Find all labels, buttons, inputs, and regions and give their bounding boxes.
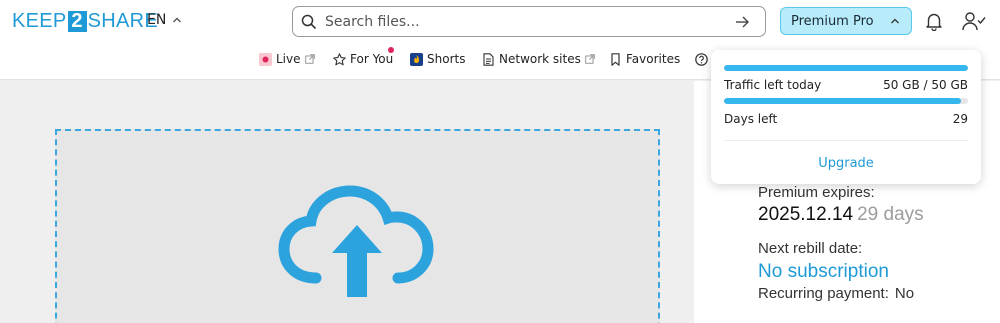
- premium-expires-label: Premium expires:: [758, 184, 875, 201]
- expires-date: 2025.12.14: [758, 204, 854, 225]
- external-link-icon: [585, 54, 595, 64]
- days-progress-bar: [724, 98, 968, 104]
- site-logo[interactable]: KEEP 2 SHARE: [12, 10, 158, 32]
- chevron-up-icon: [173, 17, 182, 23]
- user-account-icon[interactable]: [962, 11, 986, 31]
- notification-badge: [388, 47, 394, 53]
- upgrade-link[interactable]: Upgrade: [711, 156, 981, 171]
- nav-item-favorites[interactable]: Favorites: [609, 50, 680, 68]
- divider: [724, 140, 968, 141]
- premium-dropdown: Traffic left today 50 GB / 50 GB Days le…: [711, 50, 981, 184]
- document-icon: [483, 52, 494, 66]
- nav-item-for-you[interactable]: For You: [333, 50, 393, 68]
- nav-label-for-you: For You: [350, 52, 394, 66]
- days-value: 29: [952, 112, 968, 126]
- search-icon: [301, 14, 317, 29]
- subscription-status-link[interactable]: No subscription: [758, 261, 889, 283]
- live-icon: [259, 52, 272, 66]
- premium-plan-label: Premium Pro: [791, 13, 874, 29]
- days-label: Days left: [724, 112, 778, 126]
- cloud-upload-icon[interactable]: [278, 183, 436, 299]
- traffic-label: Traffic left today: [724, 78, 822, 92]
- nav-item-help[interactable]: [695, 50, 712, 68]
- external-link-icon: [304, 54, 315, 64]
- nav-item-live[interactable]: Live: [259, 50, 315, 68]
- search-input[interactable]: [325, 13, 733, 30]
- language-label: EN: [147, 12, 167, 28]
- expires-days: 29 days: [857, 204, 924, 225]
- days-row: Days left 29: [724, 112, 968, 126]
- nav-item-network-sites[interactable]: Network sites: [482, 50, 595, 68]
- arrow-right-icon[interactable]: [733, 13, 751, 31]
- recurring-payment-value: No: [894, 285, 915, 302]
- bookmark-icon: [611, 52, 620, 66]
- nav-label-live: Live: [276, 52, 301, 66]
- language-selector[interactable]: EN: [147, 12, 182, 28]
- next-rebill-label: Next rebill date:: [758, 240, 863, 257]
- bell-icon[interactable]: [924, 11, 944, 31]
- recurring-payment-label: Recurring payment:: [758, 285, 889, 302]
- star-icon: [333, 52, 346, 65]
- days-progress-fill: [724, 98, 961, 104]
- shorts-icon: [410, 52, 423, 66]
- traffic-progress-bar: [724, 65, 968, 71]
- premium-plan-button[interactable]: Premium Pro: [780, 7, 912, 35]
- traffic-progress-fill: [724, 65, 968, 71]
- help-icon: [695, 52, 708, 66]
- premium-expires-value: 2025.12.14 29 days: [758, 204, 924, 226]
- search-bar: [292, 6, 766, 37]
- logo-text-two: 2: [67, 10, 87, 32]
- traffic-row: Traffic left today 50 GB / 50 GB: [724, 78, 968, 92]
- nav-label-favorites: Favorites: [626, 52, 681, 66]
- nav-label-network-sites: Network sites: [499, 52, 581, 66]
- chevron-up-icon: [890, 18, 899, 24]
- traffic-value: 50 GB / 50 GB: [883, 78, 968, 92]
- nav-label-shorts: Shorts: [427, 52, 466, 66]
- logo-text-keep: KEEP: [12, 9, 67, 32]
- nav-item-shorts[interactable]: Shorts: [410, 50, 465, 68]
- recurring-payment: Recurring payment: No: [758, 285, 914, 302]
